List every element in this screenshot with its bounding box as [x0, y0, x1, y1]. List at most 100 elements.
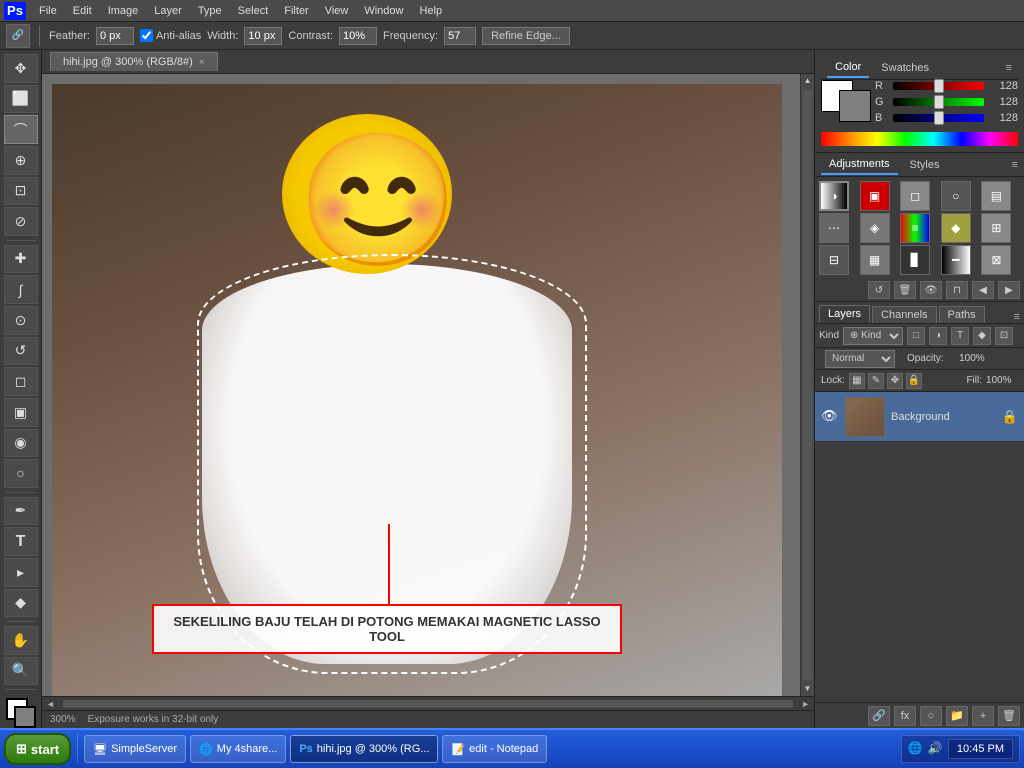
- blue-slider-thumb[interactable]: [934, 111, 944, 125]
- canvas-scroll[interactable]: SEKELILING BAJU TELAH DI POTONG MEMAKAI …: [42, 74, 814, 696]
- adj-selective-color[interactable]: ⊠: [981, 245, 1011, 275]
- antialias-check[interactable]: Anti-alias: [140, 29, 201, 42]
- adj-next[interactable]: ▶: [998, 281, 1020, 299]
- lasso-tool[interactable]: ⌒: [4, 115, 38, 144]
- background-swatch[interactable]: [839, 90, 871, 122]
- adj-visibility[interactable]: 👁: [920, 281, 942, 299]
- feather-input[interactable]: [96, 27, 134, 45]
- layer-background[interactable]: 👁 Background 🔒: [815, 392, 1024, 442]
- crop-tool[interactable]: ⊡: [4, 177, 38, 206]
- red-slider-track[interactable]: [893, 82, 984, 90]
- tab-styles[interactable]: Styles: [902, 156, 948, 174]
- document-tab[interactable]: hihi.jpg @ 300% (RGB/8#) ×: [50, 52, 218, 71]
- color-swatches[interactable]: [4, 698, 38, 728]
- canvas-hscrollbar[interactable]: ◄ ►: [42, 696, 814, 710]
- start-button[interactable]: ⊞ start: [4, 733, 71, 765]
- color-fg-bg-swatches[interactable]: [821, 80, 871, 122]
- frequency-input[interactable]: [444, 27, 476, 45]
- adj-exposure[interactable]: ○: [941, 181, 971, 211]
- marquee-tool[interactable]: ⬜: [4, 85, 38, 114]
- quick-select-tool[interactable]: ⊕: [4, 146, 38, 175]
- menu-type[interactable]: Type: [191, 3, 229, 19]
- lock-move[interactable]: ✥: [887, 373, 903, 389]
- menu-view[interactable]: View: [318, 3, 356, 19]
- lock-transparent[interactable]: ▦: [849, 373, 865, 389]
- layer-link[interactable]: 🔗: [868, 706, 890, 726]
- adj-colorbalance[interactable]: ◈: [860, 213, 890, 243]
- taskbar-simpleserver[interactable]: 🖥 SimpleServer: [84, 735, 186, 763]
- adj-curves[interactable]: ◻: [900, 181, 930, 211]
- hscroll-track[interactable]: [63, 700, 793, 708]
- adj-brightness[interactable]: ◑: [819, 181, 849, 211]
- eraser-tool[interactable]: ◻: [4, 367, 38, 396]
- gradient-tool[interactable]: ▣: [4, 398, 38, 427]
- menu-layer[interactable]: Layer: [147, 3, 189, 19]
- canvas-vscrollbar[interactable]: ▲ ▼: [800, 74, 814, 696]
- menu-file[interactable]: File: [32, 3, 64, 19]
- color-spectrum-bar[interactable]: [821, 132, 1018, 146]
- tab-color[interactable]: Color: [827, 58, 869, 78]
- green-slider-thumb[interactable]: [934, 95, 944, 109]
- blue-slider-track[interactable]: [893, 114, 984, 122]
- layer-delete[interactable]: 🗑: [998, 706, 1020, 726]
- background-color[interactable]: [14, 706, 36, 728]
- menu-help[interactable]: Help: [412, 3, 449, 19]
- tool-preset-picker[interactable]: 🔗: [6, 24, 30, 48]
- adj-bw[interactable]: ≡: [900, 213, 930, 243]
- path-select-tool[interactable]: ▸: [4, 558, 38, 587]
- vscroll-up[interactable]: ▲: [801, 74, 814, 88]
- green-slider-track[interactable]: [893, 98, 984, 106]
- adj-gradient-map[interactable]: ━: [941, 245, 971, 275]
- hscroll-right[interactable]: ►: [797, 699, 814, 709]
- hscroll-left[interactable]: ◄: [42, 699, 59, 709]
- brush-tool[interactable]: ∫: [4, 275, 38, 304]
- layers-panel-options[interactable]: ≡: [1014, 311, 1020, 323]
- menu-filter[interactable]: Filter: [277, 3, 315, 19]
- history-brush-tool[interactable]: ↺: [4, 337, 38, 366]
- kind-select[interactable]: ⊕ Kind: [843, 327, 903, 345]
- color-panel-options[interactable]: ≡: [1006, 62, 1012, 74]
- menu-image[interactable]: Image: [101, 3, 146, 19]
- lock-all[interactable]: 🔒: [906, 373, 922, 389]
- adj-panel-options[interactable]: ≡: [1012, 159, 1018, 171]
- fill-value[interactable]: 100%: [986, 375, 1018, 386]
- opacity-value[interactable]: 100%: [950, 353, 985, 364]
- adj-posterize[interactable]: ▦: [860, 245, 890, 275]
- layer-new-group[interactable]: 📁: [946, 706, 968, 726]
- taskbar-firefox[interactable]: 🌐 My 4share...: [190, 735, 286, 763]
- adj-vibrance[interactable]: ▤: [981, 181, 1011, 211]
- adj-photofilter[interactable]: ◆: [941, 213, 971, 243]
- zoom-tool[interactable]: 🔍: [4, 657, 38, 686]
- menu-select[interactable]: Select: [231, 3, 276, 19]
- tab-layers[interactable]: Layers: [819, 305, 870, 323]
- layer-mask[interactable]: ○: [920, 706, 942, 726]
- red-slider-thumb[interactable]: [934, 79, 944, 93]
- blend-mode-select[interactable]: Normal: [825, 350, 895, 368]
- tab-channels[interactable]: Channels: [872, 306, 936, 323]
- adj-delete[interactable]: 🗑: [894, 281, 916, 299]
- layer-visibility-eye[interactable]: 👁: [821, 408, 839, 426]
- text-tool[interactable]: T: [4, 527, 38, 556]
- tab-adjustments[interactable]: Adjustments: [821, 155, 898, 175]
- width-input[interactable]: [244, 27, 282, 45]
- hand-tool[interactable]: ✋: [4, 626, 38, 655]
- eyedropper-tool[interactable]: ⊘: [4, 207, 38, 236]
- dodge-tool[interactable]: ○: [4, 459, 38, 488]
- contrast-input[interactable]: [339, 27, 377, 45]
- adj-levels[interactable]: ▣: [860, 181, 890, 211]
- shape-tool[interactable]: ◆: [4, 589, 38, 618]
- blur-tool[interactable]: ◉: [4, 429, 38, 458]
- adj-clip[interactable]: ⊓: [946, 281, 968, 299]
- layer-new[interactable]: +: [972, 706, 994, 726]
- layer-filter-smartobj[interactable]: ⊡: [995, 327, 1013, 345]
- move-tool[interactable]: ✥: [4, 54, 38, 83]
- tab-swatches[interactable]: Swatches: [873, 59, 937, 77]
- adj-reset[interactable]: ↺: [868, 281, 890, 299]
- taskbar-notepad[interactable]: 📝 edit - Notepad: [442, 735, 547, 763]
- menu-window[interactable]: Window: [357, 3, 410, 19]
- layer-filter-adjustment[interactable]: ◑: [929, 327, 947, 345]
- antialias-checkbox[interactable]: [140, 29, 153, 42]
- clone-tool[interactable]: ⊙: [4, 306, 38, 335]
- document-tab-close[interactable]: ×: [199, 57, 205, 68]
- layer-fx[interactable]: fx: [894, 706, 916, 726]
